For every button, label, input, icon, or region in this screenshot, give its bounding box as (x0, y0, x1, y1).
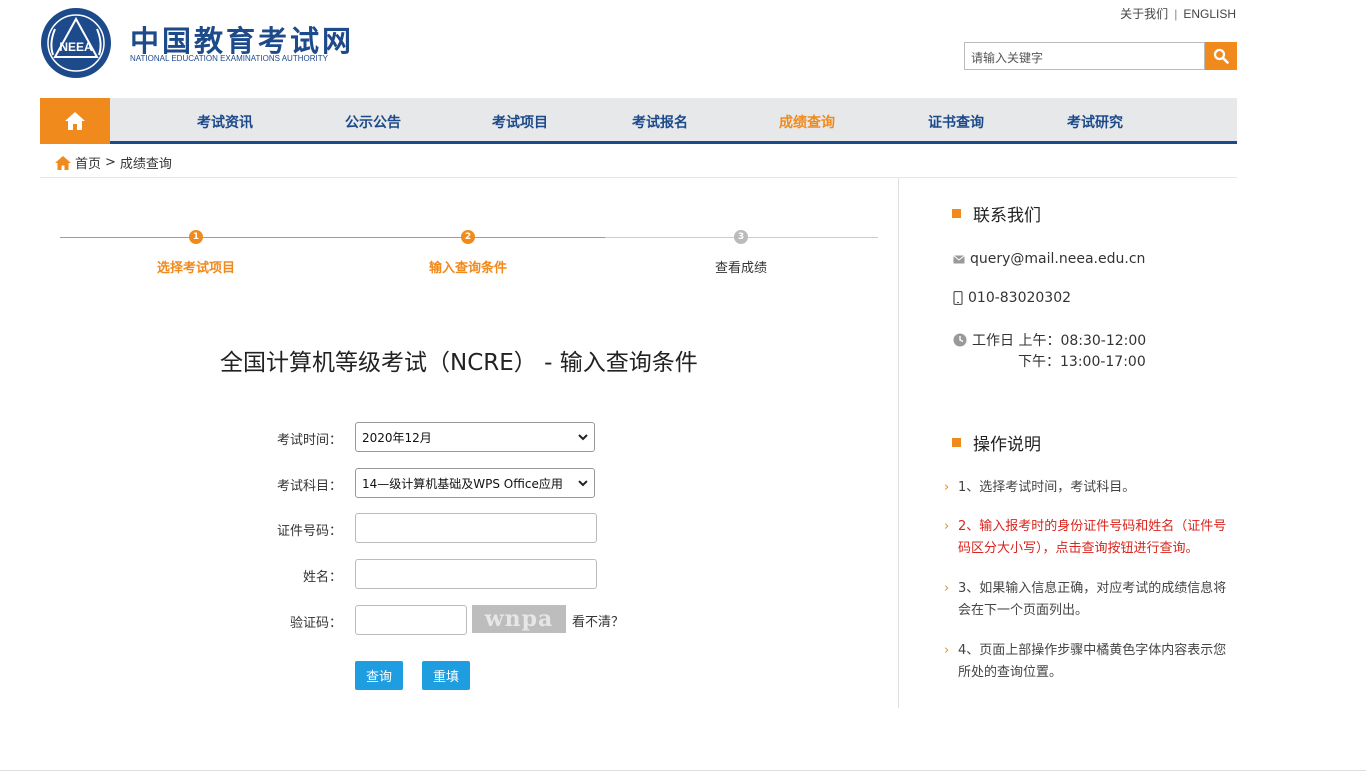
instruction-item: › 4、页面上部操作步骤中橘黄色字体内容表示您所处的查询位置。 (944, 640, 1234, 684)
chevron-right-icon: › (944, 581, 950, 596)
heading-marker (952, 438, 961, 447)
contact-hours-morning: 工作日 上午：08:30-12:00 (972, 333, 1147, 349)
contact-phone-row: 010-83020302 (953, 290, 1071, 306)
instruction-text: 2、输入报考时的身份证件号码和姓名（证件号码区分大小写），点击查询按钮进行查询。 (958, 519, 1227, 556)
nav-item-exam-projects[interactable]: 考试项目 (492, 112, 548, 132)
id-number-input[interactable] (355, 513, 597, 543)
step-3-label: 查看成绩 (714, 261, 768, 276)
name-label: 姓名： (302, 570, 342, 585)
instruction-item: › 2、输入报考时的身份证件号码和姓名（证件号码区分大小写），点击查询按钮进行查… (944, 516, 1234, 560)
phone-icon (953, 291, 963, 305)
top-links: 关于我们 | ENGLISH (1120, 5, 1236, 22)
instruction-item: › 1、选择考试时间，考试科目。 (944, 477, 1234, 499)
heading-marker (952, 209, 961, 218)
step-1-dot: 1 (189, 230, 203, 244)
instructions-heading: 操作说明 (952, 430, 1041, 455)
exam-time-label: 考试时间： (276, 433, 342, 448)
site-subtitle: NATIONAL EDUCATION EXAMINATIONS AUTHORIT… (130, 54, 328, 63)
search-input[interactable]: 请输入关键字 (964, 42, 1205, 70)
breadcrumb-separator: > (105, 155, 116, 170)
instruction-text: 1、选择考试时间，考试科目。 (958, 480, 1136, 495)
captcha-label: 验证码： (289, 616, 342, 631)
exam-time-value: 2020年12月 (362, 430, 432, 445)
search-icon (1213, 48, 1229, 64)
mail-icon (953, 254, 965, 263)
captcha-input[interactable] (355, 605, 467, 635)
chevron-right-icon: › (944, 643, 950, 658)
subject-value: 14—级计算机基础及WPS Office应用 (362, 476, 563, 491)
clock-icon (953, 333, 967, 347)
captcha-refresh-link[interactable]: 看不清？ (572, 611, 624, 630)
contact-hours-row: 工作日 上午：08:30-12:00 (953, 330, 1146, 350)
nav-item-exam-news[interactable]: 考试资讯 (197, 112, 253, 132)
captcha-image[interactable]: wnpa (472, 605, 566, 633)
breadcrumb-current: 成绩查询 (119, 157, 172, 172)
contact-heading: 联系我们 (952, 201, 1041, 226)
nav-item-announcements[interactable]: 公示公告 (345, 112, 401, 132)
instructions-heading-text: 操作说明 (973, 435, 1041, 455)
chevron-down-icon (578, 479, 588, 486)
instruction-item: › 3、如果输入信息正确，对应考试的成绩信息将会在下一个页面列出。 (944, 578, 1234, 622)
nav-item-exam-research[interactable]: 考试研究 (1067, 112, 1123, 132)
step-3-dot: 3 (734, 230, 748, 244)
step-1-label: 选择考试项目 (156, 261, 236, 276)
about-us-link[interactable]: 关于我们 (1120, 7, 1168, 21)
nav-item-certificate-query[interactable]: 证书查询 (928, 112, 984, 132)
nav-item-score-query[interactable]: 成绩查询 (779, 112, 835, 132)
breadcrumb-divider (40, 177, 1237, 178)
home-icon (65, 112, 85, 130)
instruction-text: 4、页面上部操作步骤中橘黄色字体内容表示您所处的查询位置。 (958, 643, 1227, 680)
query-button[interactable]: 查询 (355, 661, 403, 690)
subject-select[interactable]: 14—级计算机基础及WPS Office应用 (355, 468, 595, 498)
contact-email-row: query@mail.neea.edu.cn (953, 251, 1145, 267)
breadcrumb: 首页 > 成绩查询 (55, 153, 172, 172)
step-2-dot: 2 (461, 230, 475, 244)
id-number-label: 证件号码： (276, 524, 342, 539)
contact-phone: 010-83020302 (968, 290, 1072, 306)
main-nav: 考试资讯 公示公告 考试项目 考试报名 成绩查询 证书查询 考试研究 (40, 98, 1237, 144)
chevron-right-icon: › (944, 519, 950, 534)
search-button[interactable] (1205, 42, 1237, 70)
chevron-down-icon (578, 433, 588, 440)
nav-home-button[interactable] (40, 98, 110, 144)
form-title: 全国计算机等级考试（NCRE） - 输入查询条件 (220, 350, 698, 376)
english-link[interactable]: ENGLISH (1183, 7, 1236, 21)
footer-divider (0, 770, 1366, 771)
name-input[interactable] (355, 559, 597, 589)
logo-seal-text: NEEA (59, 40, 93, 54)
sidebar-divider (898, 178, 899, 708)
step-2-label: 输入查询条件 (428, 261, 508, 276)
nav-item-registration[interactable]: 考试报名 (632, 112, 688, 132)
contact-heading-text: 联系我们 (973, 206, 1041, 226)
exam-time-select[interactable]: 2020年12月 (355, 422, 595, 452)
neea-logo-seal[interactable]: NEEA (39, 7, 113, 79)
home-icon (55, 155, 71, 170)
top-links-separator: | (1174, 7, 1178, 21)
contact-email[interactable]: query@mail.neea.edu.cn (970, 251, 1145, 267)
breadcrumb-home-link[interactable]: 首页 (75, 153, 101, 172)
instruction-text: 3、如果输入信息正确，对应考试的成绩信息将会在下一个页面列出。 (958, 581, 1227, 618)
chevron-right-icon: › (944, 480, 950, 495)
contact-hours-afternoon: 下午：13:00-17:00 (1018, 354, 1146, 370)
reset-button[interactable]: 重填 (422, 661, 470, 690)
subject-label: 考试科目： (276, 479, 342, 494)
step-line-done (60, 237, 605, 238)
